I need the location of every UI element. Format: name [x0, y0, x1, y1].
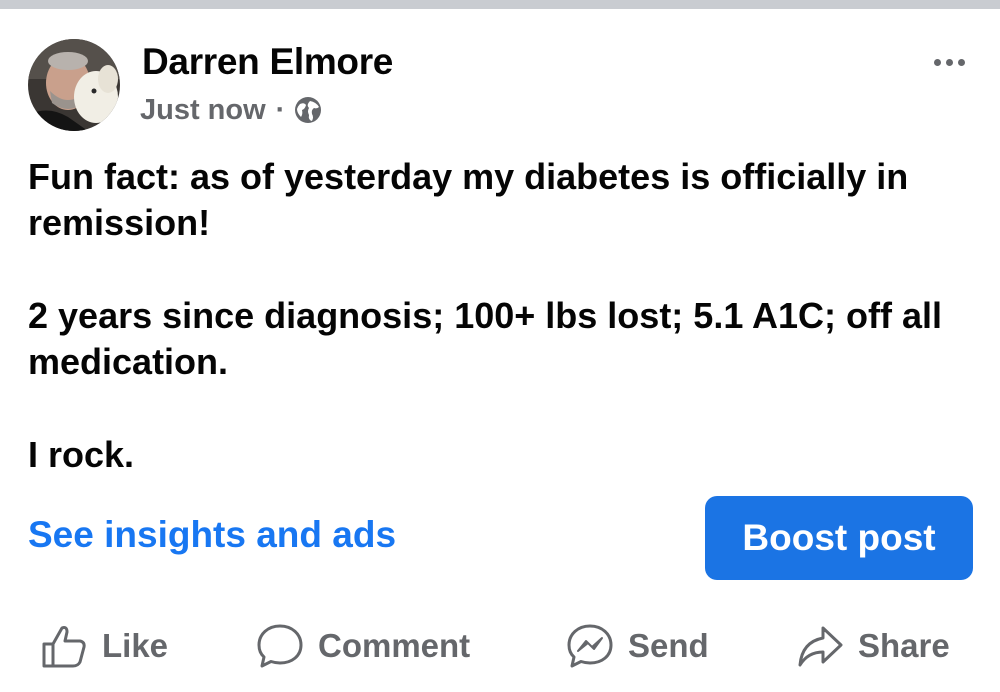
boost-post-button[interactable]: Boost post [705, 496, 973, 580]
more-dot-icon [957, 58, 965, 66]
messenger-icon [567, 624, 613, 668]
profile-photo-icon [28, 39, 120, 131]
top-divider [0, 0, 1000, 9]
post-paragraph: Fun fact: as of yesterday my diabetes is… [28, 156, 909, 243]
like-label: Like [102, 627, 169, 664]
more-dot-icon [945, 58, 953, 66]
comment-label: Comment [318, 627, 471, 664]
comment-icon [257, 624, 303, 668]
post-paragraph: I rock. [28, 434, 135, 475]
avatar[interactable] [28, 39, 120, 131]
send-button[interactable]: Send [566, 615, 709, 677]
meta-separator: · [275, 93, 286, 126]
post-meta: Just now · [140, 93, 323, 127]
like-button[interactable]: Like [40, 615, 168, 677]
more-options-button[interactable] [924, 49, 974, 75]
share-button[interactable]: Share [796, 615, 950, 677]
share-label: Share [858, 627, 950, 664]
see-insights-link[interactable]: See insights and ads [28, 514, 396, 556]
post-paragraph: 2 years since diagnosis; 100+ lbs lost; … [28, 295, 943, 382]
globe-icon[interactable] [293, 95, 323, 125]
more-dot-icon [933, 58, 941, 66]
post-timestamp[interactable]: Just now [140, 94, 266, 127]
post-text: Fun fact: as of yesterday my diabetes is… [28, 154, 978, 478]
author-name[interactable]: Darren Elmore [142, 41, 393, 83]
send-label: Send [628, 627, 709, 664]
post-card: Darren Elmore Just now · Fun fact: as of… [0, 9, 1000, 692]
like-icon [42, 626, 86, 668]
action-bar: Like Comment Send Share [0, 615, 1000, 677]
share-icon [798, 626, 843, 667]
boost-post-label: Boost post [742, 517, 936, 558]
comment-button[interactable]: Comment [256, 615, 470, 677]
